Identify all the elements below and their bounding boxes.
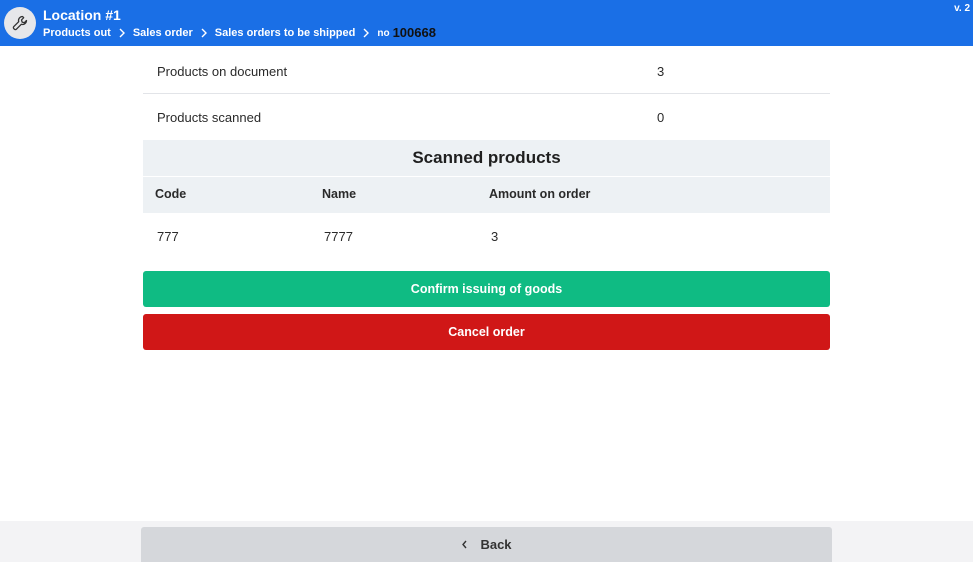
chevron-right-icon (355, 26, 377, 40)
column-header-amount: Amount on order (489, 187, 591, 201)
column-header-name: Name (322, 187, 357, 201)
order-details: Products on document 3 Products scanned … (143, 48, 830, 259)
location-title: Location #1 (43, 7, 121, 23)
document-number-prefix: no (377, 28, 390, 39)
cell-amount: 3 (491, 229, 499, 244)
products-scanned-row: Products scanned 0 (143, 94, 830, 140)
column-header-code: Code (155, 187, 187, 201)
breadcrumb-sales-orders-to-be-shipped[interactable]: Sales orders to be shipped (215, 26, 356, 40)
breadcrumb-sales-order[interactable]: Sales order (133, 26, 193, 40)
breadcrumb: Products out Sales order Sales orders to… (43, 25, 436, 41)
cancel-order-button[interactable]: Cancel order (143, 314, 830, 350)
products-scanned-value: 0 (657, 110, 665, 125)
chevron-right-icon (193, 26, 215, 40)
confirm-issuing-button[interactable]: Confirm issuing of goods (143, 271, 830, 307)
document-number: 100668 (392, 25, 436, 40)
top-bar: Location #1 v. 2 Products out Sales orde… (0, 0, 973, 46)
breadcrumb-products-out[interactable]: Products out (43, 26, 111, 40)
scanned-products-title: Scanned products (143, 140, 830, 176)
tools-button[interactable] (4, 7, 36, 39)
chevron-left-icon (461, 540, 468, 549)
products-on-document-value: 3 (657, 64, 665, 79)
cell-name: 7777 (324, 229, 353, 244)
chevron-right-icon (111, 26, 133, 40)
footer-bar: Back (0, 521, 973, 562)
products-on-document-label: Products on document (157, 64, 288, 79)
products-on-document-row: Products on document 3 (143, 48, 830, 94)
cell-code: 777 (157, 229, 179, 244)
back-button[interactable]: Back (141, 527, 832, 562)
scanned-products-table-header: Code Name Amount on order (143, 177, 830, 213)
version-label: v. 2 (954, 3, 970, 14)
table-row: 777 7777 3 (143, 213, 830, 259)
back-label: Back (480, 537, 512, 552)
products-scanned-label: Products scanned (157, 110, 262, 125)
wrench-icon (12, 15, 28, 31)
